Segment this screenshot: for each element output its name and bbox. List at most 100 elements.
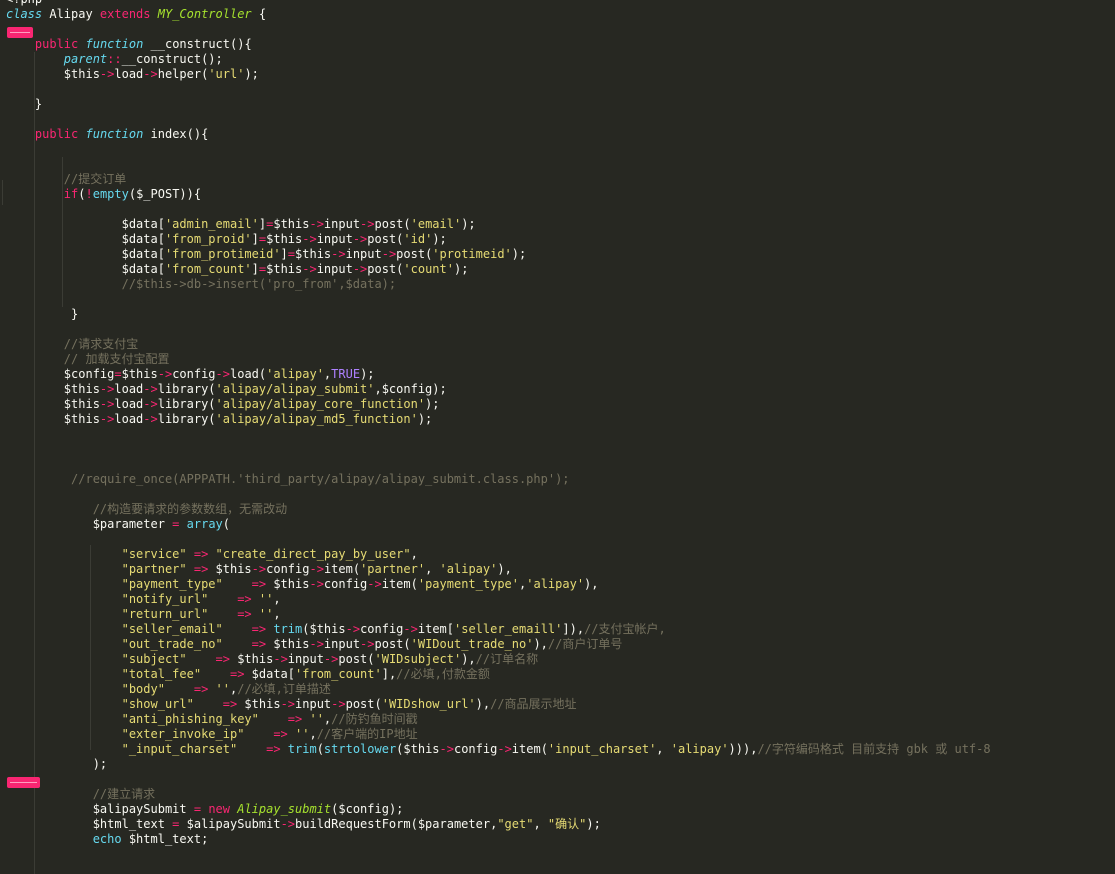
code-line[interactable]: $data['from_count']=$this->input->post('… (6, 262, 991, 277)
code-line[interactable]: "out_trade_no" => $this->input->post('WI… (6, 637, 991, 652)
code-line[interactable]: class Alipay extends MY_Controller { (6, 7, 991, 22)
code-text: ))), (728, 742, 758, 756)
string-token: 'seller_emaill' (454, 622, 563, 636)
code-line[interactable]: "service" => "create_direct_pay_by_user"… (6, 547, 991, 562)
code-line[interactable]: //$this->db->insert('pro_from',$data); (6, 277, 991, 292)
code-line[interactable] (6, 532, 991, 547)
code-line[interactable]: "return_url" => '', (6, 607, 991, 622)
code-line[interactable]: public function index(){ (6, 127, 991, 142)
code-line[interactable] (6, 157, 991, 172)
code-line[interactable]: //require_once(APPPATH.'third_party/alip… (6, 472, 991, 487)
code-line[interactable]: // 加载支付宝配置 (6, 352, 991, 367)
code-line[interactable]: $this->load->library('alipay/alipay_core… (6, 397, 991, 412)
code-line[interactable]: "subject" => $this->input->post('WIDsubj… (6, 652, 991, 667)
code-line[interactable]: $this->load->helper('url'); (6, 67, 991, 82)
code-line[interactable] (6, 322, 991, 337)
code-line[interactable] (6, 142, 991, 157)
code-text: , (410, 547, 418, 561)
code-text: post( (367, 232, 404, 246)
code-line[interactable]: <?php (6, 0, 991, 7)
code-line[interactable]: ); (6, 757, 991, 772)
code-editor[interactable]: <?phpclass Alipay extends MY_Controller … (0, 0, 1115, 874)
code-line[interactable] (6, 847, 991, 862)
code-line[interactable]: echo $html_text; (6, 832, 991, 847)
operator-token: -> (99, 382, 115, 396)
operator-token: -> (309, 562, 324, 576)
code-line[interactable] (6, 292, 991, 307)
code-line[interactable] (6, 112, 991, 127)
code-line[interactable] (6, 202, 991, 217)
operator-token: -> (381, 247, 397, 261)
code-line[interactable]: //提交订单 (6, 172, 991, 187)
code-line[interactable]: $this->load->library('alipay/alipay_subm… (6, 382, 991, 397)
code-line[interactable]: //构造要请求的参数数组，无需改动 (6, 502, 991, 517)
code-text: index(){ (143, 127, 209, 141)
operator-token: -> (157, 367, 173, 381)
operator-token: -> (497, 742, 512, 756)
code-line[interactable]: parent::__construct(); (6, 52, 991, 67)
code-line[interactable]: "anti_phishing_key" => '',//防钓鱼时间戳 (6, 712, 991, 727)
code-line[interactable]: $config=$this->config->load('alipay',TRU… (6, 367, 991, 382)
code-line[interactable]: $this->load->library('alipay/alipay_md5_… (6, 412, 991, 427)
comment-token: //require_once(APPPATH.'third_party/alip… (71, 472, 570, 486)
operator-token: => (266, 742, 281, 756)
comment-token: //商品展示地址 (490, 697, 577, 711)
code-line[interactable]: public function __construct(){ (6, 37, 991, 52)
string-token: "body" (121, 682, 165, 696)
code-line[interactable] (6, 82, 991, 97)
code-line[interactable] (6, 442, 991, 457)
code-line[interactable]: $html_text = $alipaySubmit->buildRequest… (6, 817, 991, 832)
code-text: load (114, 397, 144, 411)
code-text: ($this (302, 622, 346, 636)
code-line[interactable]: //请求支付宝 (6, 337, 991, 352)
code-text: $data[ (244, 667, 296, 681)
code-line[interactable]: //建立请求 (6, 787, 991, 802)
code-text: ); (453, 262, 469, 276)
string-token: 'from_count' (295, 667, 382, 681)
code-line[interactable]: "body" => '',//必填,订单描述 (6, 682, 991, 697)
code-content[interactable]: <?phpclass Alipay extends MY_Controller … (6, 0, 991, 862)
code-line[interactable]: $alipaySubmit = new Alipay_submit($confi… (6, 802, 991, 817)
string-token: 'alipay/alipay_md5_function' (215, 412, 418, 426)
operator-token: => (237, 607, 252, 621)
code-line[interactable] (6, 427, 991, 442)
code-text: library( (157, 382, 216, 396)
code-line[interactable]: } (6, 307, 991, 322)
code-line[interactable] (6, 22, 991, 37)
string-token: 'protimeid' (432, 247, 512, 261)
code-line[interactable] (6, 772, 991, 787)
code-line[interactable]: "show_url" => $this->input->post('WIDsho… (6, 697, 991, 712)
code-line[interactable]: "exter_invoke_ip" => '',//客户端的IP地址 (6, 727, 991, 742)
code-line[interactable]: $parameter = array( (6, 517, 991, 532)
operator-token: -> (360, 637, 375, 651)
code-line[interactable]: "seller_email" => trim($this->config->it… (6, 622, 991, 637)
operator-token: = (193, 802, 202, 816)
string-token: '' (258, 592, 274, 606)
code-line[interactable]: "total_fee" => $data['from_count'],//必填,… (6, 667, 991, 682)
string-token: "total_fee" (121, 667, 202, 681)
code-text: ] (251, 232, 259, 246)
operator-token: -> (403, 622, 418, 636)
code-line[interactable]: "partner" => $this->config->item('partne… (6, 562, 991, 577)
code-line[interactable]: "_input_charset" => trim(strtolower($thi… (6, 742, 991, 757)
code-line[interactable]: } (6, 97, 991, 112)
code-line[interactable]: if(!empty($_POST)){ (6, 187, 991, 202)
code-line[interactable]: "notify_url" => '', (6, 592, 991, 607)
code-text: ), (497, 562, 512, 576)
code-line[interactable] (6, 457, 991, 472)
code-line[interactable]: $data['admin_email']=$this->input->post(… (6, 217, 991, 232)
operator-token: => (193, 682, 209, 696)
code-line[interactable]: "payment_type" => $this->config->item('p… (6, 577, 991, 592)
code-line[interactable]: $data['from_proid']=$this->input->post('… (6, 232, 991, 247)
code-line[interactable] (6, 487, 991, 502)
code-line[interactable]: $data['from_protimeid']=$this->input->po… (6, 247, 991, 262)
string-token: '' (215, 682, 230, 696)
